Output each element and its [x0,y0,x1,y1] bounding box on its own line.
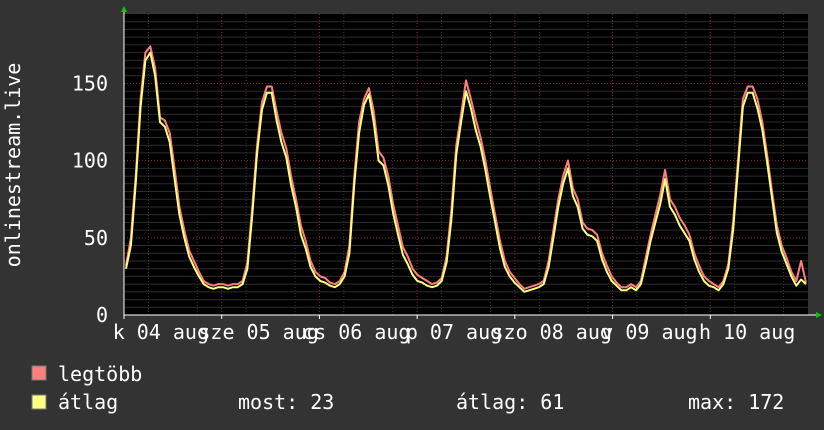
y-tick-label: 50 [84,226,108,250]
x-tick-label: cs 06 aug [302,320,410,344]
stat-max: max: 172 [688,390,784,414]
y-axis-label: onlinestream.live [1,63,25,268]
x-tick-label: h 10 aug [699,320,795,344]
y-tick-label: 150 [72,71,108,95]
legend-label-atlag: átlag [58,390,118,414]
legend-swatch-legtobb [31,365,47,381]
x-tick-label: p 07 aug [406,320,502,344]
x-tick-label: szo 08 aug [492,320,612,344]
y-tick-label: 0 [96,303,108,327]
plot-area [124,14,808,315]
x-tick-label: k 04 aug [113,320,209,344]
x-tick-label: v 09 aug [601,320,697,344]
chart: 0 50 100 150 k 04 augsze 05 augcs 06 augp 0… [0,0,824,430]
y-tick-label: 100 [72,149,108,173]
legend-label-legtobb: legtöbb [58,362,142,386]
x-tick-label: sze 05 aug [198,320,318,344]
stat-atlag: átlag: 61 [456,390,564,414]
stat-most: most: 23 [238,390,334,414]
x-tick-labels: k 04 augsze 05 augcs 06 augp 07 augszo 0… [113,320,796,344]
legend-swatch-atlag [31,394,47,410]
